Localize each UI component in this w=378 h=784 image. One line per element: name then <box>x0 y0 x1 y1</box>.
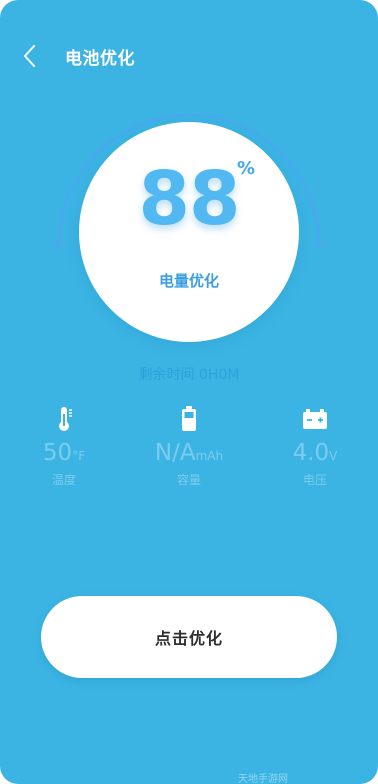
battery-icon <box>182 406 196 431</box>
chevron-left-icon <box>24 45 35 67</box>
capacity-value: N/A <box>154 440 196 466</box>
capacity-label: 容量 <box>176 473 201 487</box>
voltage-label: 电压 <box>302 473 327 487</box>
percent-unit: % <box>237 158 256 179</box>
stat-capacity: N/AmAh 容量 <box>134 404 244 488</box>
optimize-button[interactable]: 点击优化 <box>41 596 337 678</box>
temperature-value: 50 <box>42 440 73 466</box>
voltage-unit: V <box>329 449 338 463</box>
optimize-button-label: 点击优化 <box>154 631 223 648</box>
page-title: 电池优化 <box>65 49 135 69</box>
battery-stats: 50°F 温度 N/AmAh 容量 4.0V 电压 <box>0 404 378 494</box>
stat-temperature: 50°F 温度 <box>9 404 119 488</box>
temperature-label: 温度 <box>51 473 76 487</box>
voltage-icon <box>303 409 327 429</box>
battery-level-circle: 88 % 电量优化 <box>79 122 299 342</box>
stat-voltage: 4.0V 电压 <box>260 404 370 488</box>
watermark: 天地手游网 <box>238 774 288 784</box>
battery-level-label: 电量优化 <box>158 272 219 290</box>
battery-percent: 88 <box>138 156 241 242</box>
temperature-unit: °F <box>72 449 86 463</box>
battery-optimize-screen: 电池优化 88 % 电量优化 剩余时间 0H0M 50°F 温度 N/AmAh … <box>0 0 378 784</box>
thermometer-icon <box>59 407 72 431</box>
top-bar: 电池优化 <box>0 32 378 80</box>
plus-icon <box>51 239 63 251</box>
back-button[interactable] <box>16 42 44 70</box>
remaining-time: 剩余时间 0H0M <box>138 367 240 383</box>
voltage-value: 4.0 <box>292 440 330 466</box>
capacity-unit: mAh <box>195 449 224 463</box>
